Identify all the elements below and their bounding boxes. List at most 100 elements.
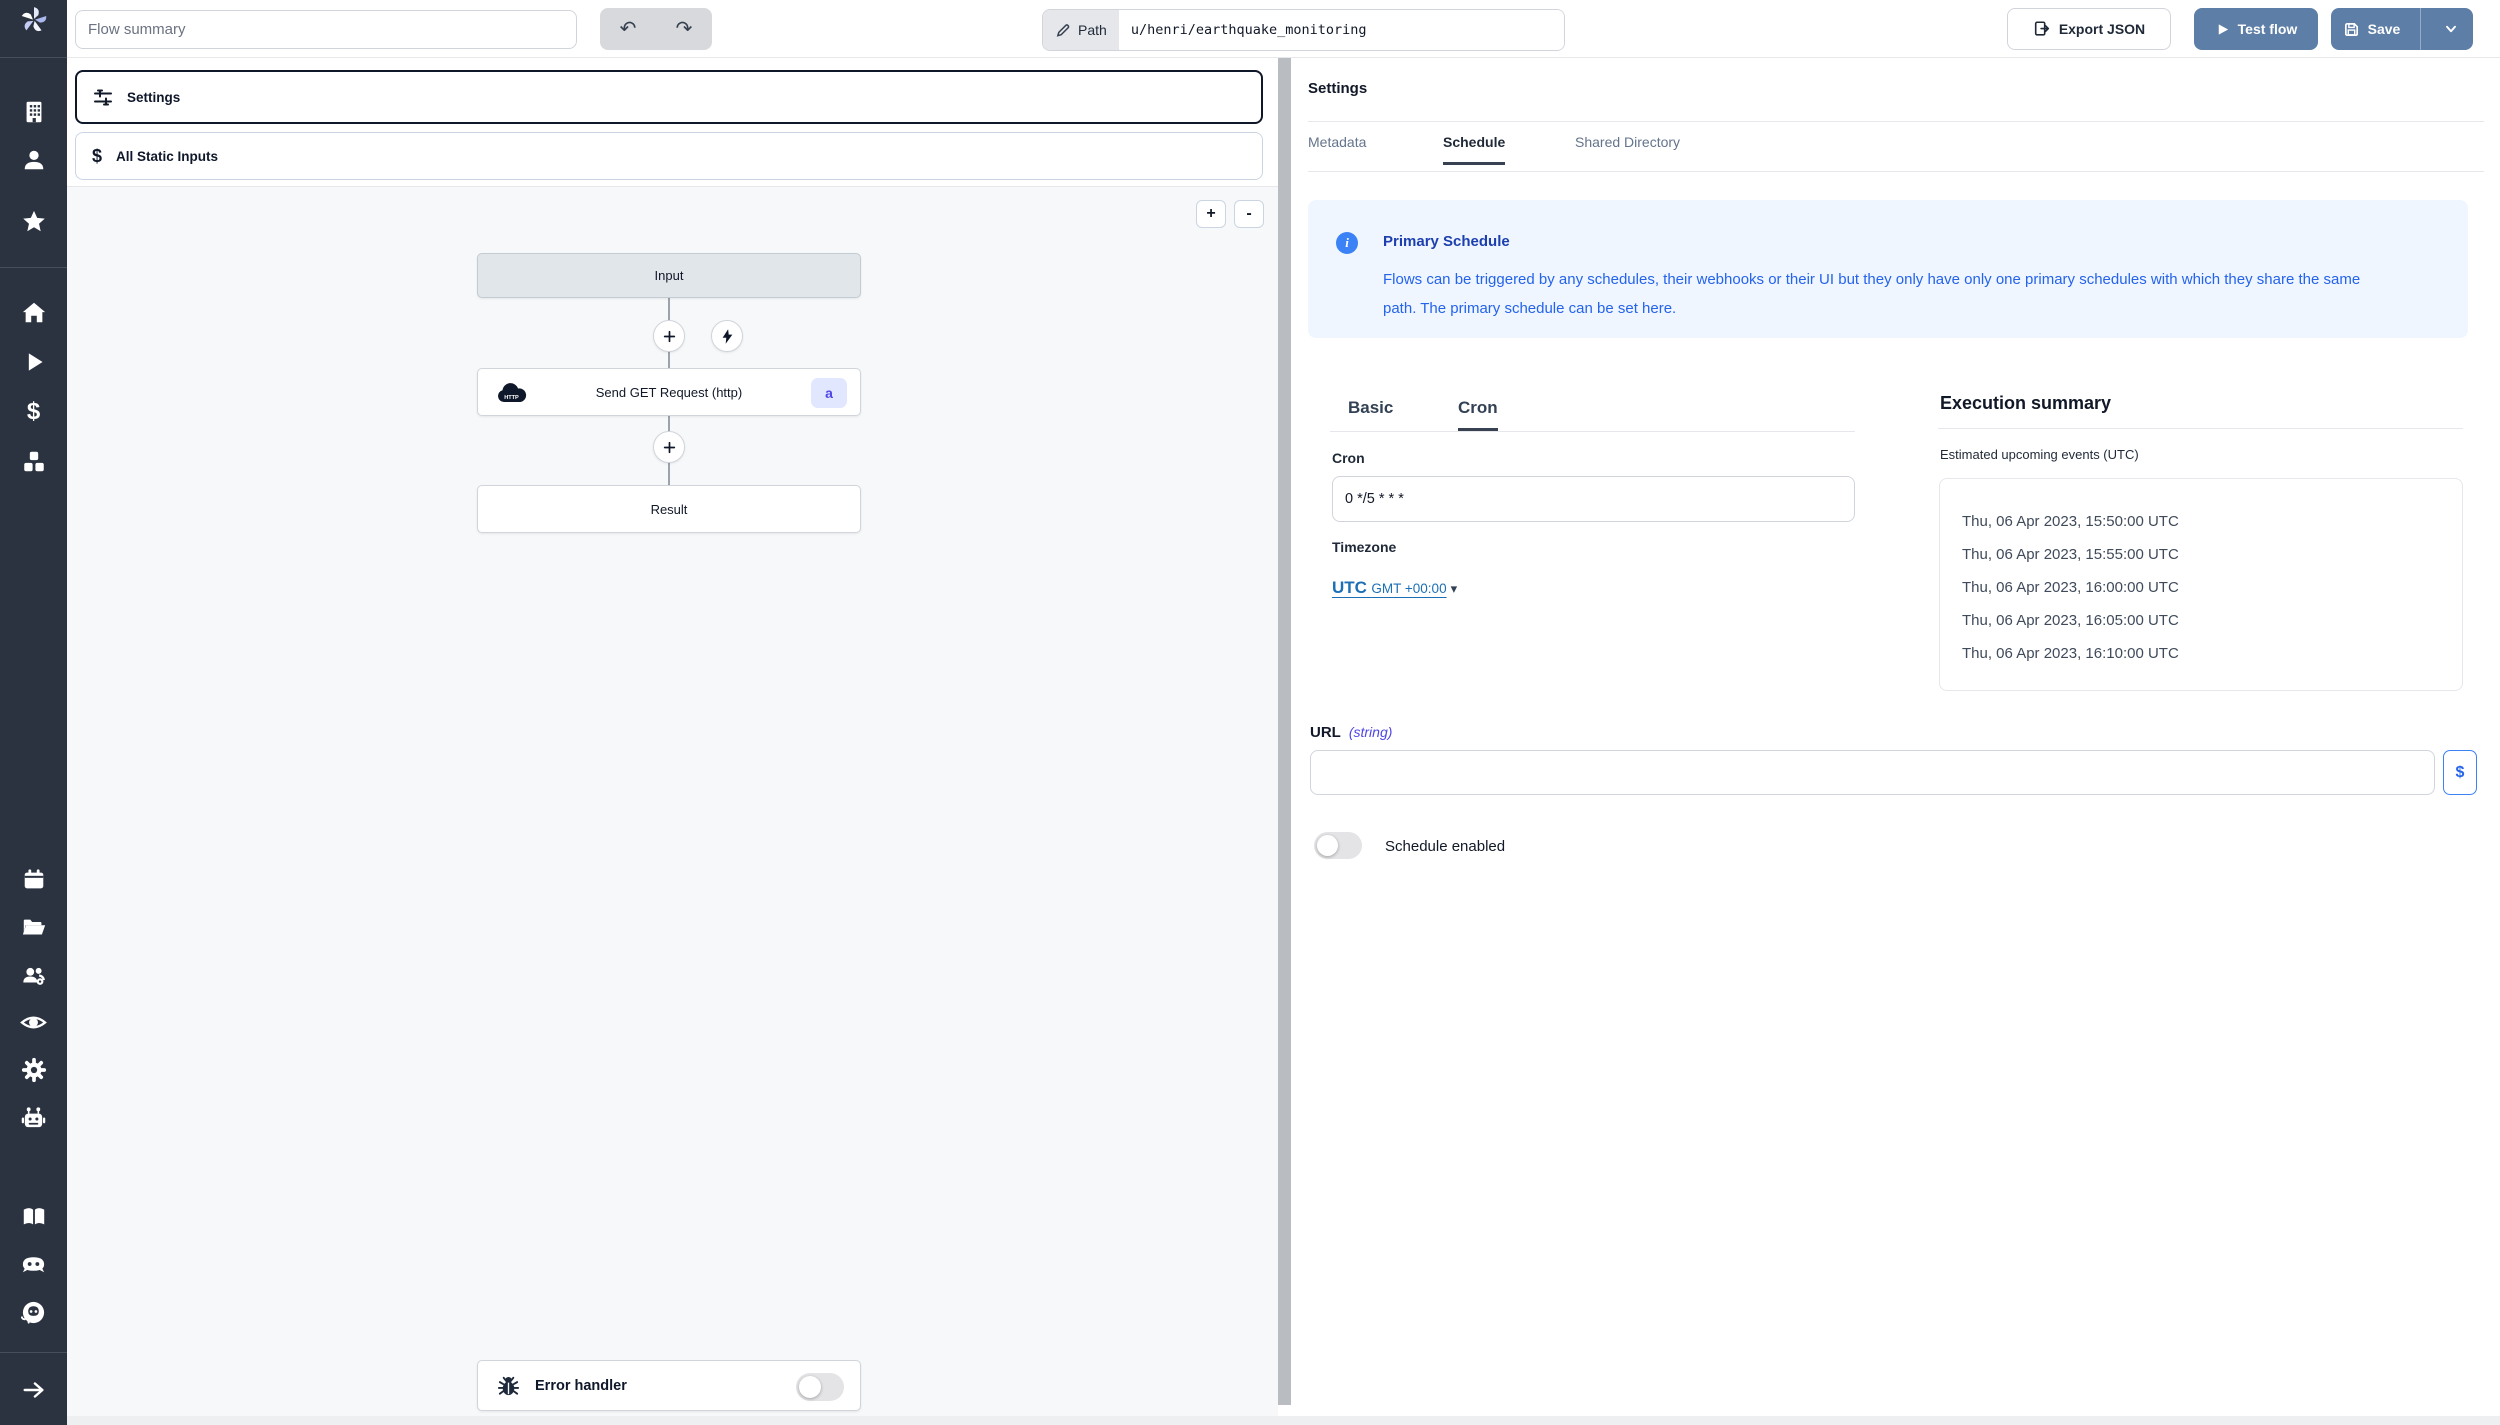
path-chip[interactable]: Path	[1043, 10, 1119, 50]
zoom-in-button[interactable]: +	[1196, 200, 1226, 228]
bottom-scroll-strip[interactable]	[67, 1416, 2500, 1425]
panel-divider	[67, 186, 1278, 187]
step-node-http[interactable]: HTTP Send GET Request (http) a	[477, 368, 861, 416]
tab-metadata[interactable]: Metadata	[1308, 134, 1366, 162]
toggle-knob	[1317, 835, 1338, 856]
github-icon	[20, 1299, 47, 1326]
cron-input[interactable]	[1332, 476, 1855, 522]
cubes-icon	[21, 449, 47, 475]
book-icon	[21, 1204, 47, 1230]
star-icon	[21, 209, 47, 235]
tab-shared-directory[interactable]: Shared Directory	[1575, 134, 1680, 162]
static-inputs-label: All Static Inputs	[116, 149, 218, 164]
save-button-group: Save	[2331, 8, 2473, 50]
sidebar-divider	[0, 1352, 67, 1353]
url-label-text: URL	[1310, 724, 1341, 741]
panel-splitter-handle[interactable]	[1278, 58, 1291, 1405]
flow-settings-button[interactable]: Settings	[75, 70, 1263, 124]
test-flow-button[interactable]: Test flow	[2194, 8, 2318, 50]
sidebar-item-variables[interactable]: $	[0, 394, 67, 430]
error-handler-label: Error handler	[535, 1378, 627, 1394]
dollar-icon: $	[92, 146, 102, 167]
subtab-cron[interactable]: Cron	[1458, 398, 1498, 431]
sidebar-item-user[interactable]	[0, 142, 67, 178]
sidebar-item-runs[interactable]	[0, 344, 67, 380]
sidebar-item-discord[interactable]	[0, 1246, 67, 1282]
save-button[interactable]: Save	[2331, 8, 2412, 50]
sidebar-item-settings[interactable]	[0, 1052, 67, 1088]
windmill-logo-icon[interactable]	[0, 2, 67, 38]
primary-schedule-info-box: i Primary Schedule Flows can be triggere…	[1308, 200, 2468, 338]
save-dropdown-button[interactable]	[2429, 8, 2473, 50]
sidebar-item-favorites[interactable]	[0, 204, 67, 240]
add-step-button[interactable]	[653, 320, 685, 352]
schedule-enabled-label: Schedule enabled	[1385, 838, 1505, 855]
http-cloud-icon: HTTP	[494, 382, 530, 406]
windmill-flow-editor: $	[0, 0, 2500, 1425]
home-icon	[21, 300, 47, 326]
path-input[interactable]	[1119, 10, 1564, 50]
url-dollar-button[interactable]: $	[2443, 750, 2477, 795]
sidebar-item-folders[interactable]	[0, 910, 67, 946]
export-json-button[interactable]: Export JSON	[2007, 8, 2171, 50]
schedule-event: Thu, 06 Apr 2023, 16:10:00 UTC	[1962, 637, 2462, 670]
trigger-button[interactable]	[711, 320, 743, 352]
sidebar-item-groups[interactable]	[0, 958, 67, 994]
flow-settings-label: Settings	[127, 90, 180, 105]
schedule-event: Thu, 06 Apr 2023, 16:05:00 UTC	[1962, 604, 2462, 637]
tab-schedule[interactable]: Schedule	[1443, 134, 1505, 165]
info-box-body: Flows can be triggered by any schedules,…	[1383, 265, 2373, 324]
folder-open-icon	[21, 915, 47, 941]
flow-summary-input[interactable]	[75, 10, 577, 49]
sidebar-item-github[interactable]	[0, 1294, 67, 1330]
subtab-basic[interactable]: Basic	[1348, 398, 1393, 428]
url-input[interactable]	[1310, 750, 2435, 795]
error-handler-toggle[interactable]	[796, 1373, 844, 1401]
sidebar-item-workers[interactable]	[0, 1100, 67, 1136]
save-icon	[2343, 21, 2360, 38]
export-icon	[2033, 20, 2051, 38]
plus-icon	[662, 440, 677, 455]
timezone-select[interactable]: UTC GMT +00:00▾	[1332, 578, 1457, 598]
person-icon	[21, 147, 47, 173]
sidebar-item-workspace[interactable]	[0, 94, 67, 130]
execution-summary-title: Execution summary	[1940, 393, 2111, 414]
plus-icon	[662, 329, 677, 344]
lightning-icon	[719, 328, 736, 345]
subtabs-divider	[1330, 431, 1855, 432]
result-node-label: Result	[651, 502, 688, 517]
discord-icon	[20, 1251, 47, 1278]
input-node-label: Input	[655, 268, 684, 283]
add-step-button[interactable]	[653, 431, 685, 463]
save-split-divider	[2420, 8, 2421, 50]
play-icon	[22, 350, 46, 374]
schedule-event: Thu, 06 Apr 2023, 15:55:00 UTC	[1962, 538, 2462, 571]
sidebar: $	[0, 0, 67, 1425]
redo-button[interactable]: ↷	[670, 18, 699, 40]
arrow-right-icon	[21, 1377, 47, 1403]
timezone-label: Timezone	[1332, 539, 1396, 555]
sidebar-item-audit-logs[interactable]	[0, 1004, 67, 1040]
sidebar-item-resources[interactable]	[0, 444, 67, 480]
schedule-event: Thu, 06 Apr 2023, 16:00:00 UTC	[1962, 571, 2462, 604]
timezone-value: UTC	[1332, 578, 1367, 597]
sidebar-item-home[interactable]	[0, 295, 67, 331]
execution-summary-subtitle: Estimated upcoming events (UTC)	[1940, 447, 2139, 462]
schedule-enabled-toggle[interactable]	[1314, 832, 1362, 859]
sidebar-item-docs[interactable]	[0, 1199, 67, 1235]
input-node[interactable]: Input	[477, 253, 861, 298]
all-static-inputs-button[interactable]: $ All Static Inputs	[75, 132, 1263, 180]
chevron-down-icon	[2443, 21, 2459, 37]
sidebar-collapse-toggle[interactable]	[0, 1372, 67, 1408]
bug-icon	[496, 1373, 521, 1398]
result-node[interactable]: Result	[477, 485, 861, 533]
undo-button[interactable]: ↶	[614, 18, 643, 40]
play-icon	[2215, 22, 2230, 37]
sidebar-item-schedules[interactable]	[0, 862, 67, 898]
upcoming-events-box: Thu, 06 Apr 2023, 15:50:00 UTC Thu, 06 A…	[1939, 478, 2463, 691]
svg-text:HTTP: HTTP	[504, 395, 519, 401]
export-json-label: Export JSON	[2059, 21, 2145, 37]
caret-down-icon: ▾	[1451, 581, 1458, 597]
error-handler-node[interactable]: Error handler	[477, 1360, 861, 1411]
zoom-out-button[interactable]: -	[1234, 200, 1264, 228]
